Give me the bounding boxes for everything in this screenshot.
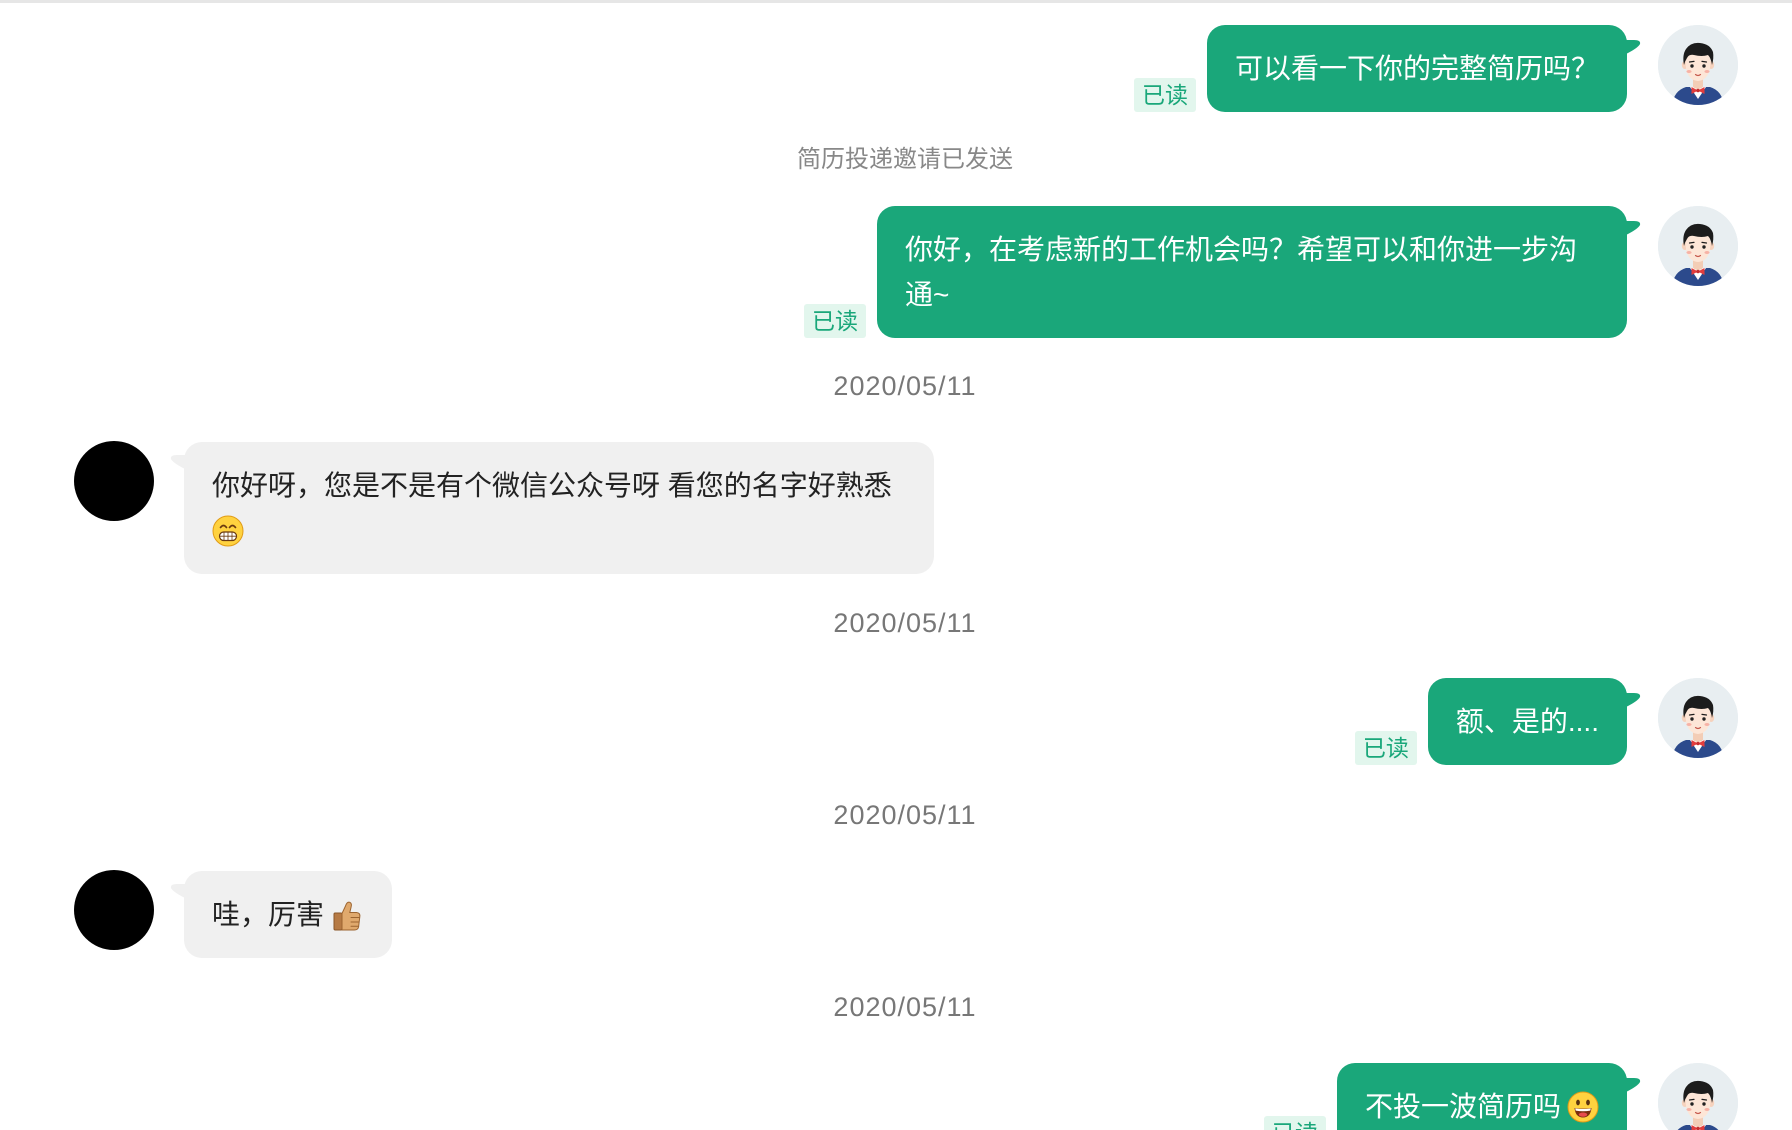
contact-avatar-icon[interactable] (74, 441, 154, 521)
message-text: 额、是的.... (1455, 706, 1599, 737)
message-text: 可以看一下你的完整简历吗？ (1234, 53, 1599, 84)
message-bubble[interactable]: 不投一波简历吗 (1336, 1063, 1641, 1130)
read-status-badge: 已读 (804, 304, 866, 338)
read-status-badge: 已读 (1354, 731, 1417, 765)
message-bubble[interactable]: 你好，在考虑新的工作机会吗？希望可以和你进一步沟通~ (877, 206, 1641, 338)
bubble-tail (170, 884, 185, 898)
message-text: 你好，在考虑新的工作机会吗？希望可以和你进一步沟通~ (905, 234, 1578, 310)
chat-window: 已读 可以看一下你的完整简历吗？ 简历投递邀请已发送 已读 你好，在考虑新的工作… (0, 0, 1792, 1130)
read-status-badge: 已读 (1133, 78, 1196, 112)
message-group: 已读 额、是的.... (1354, 678, 1641, 765)
system-notice: 简历投递邀请已发送 (797, 146, 1013, 173)
message-group: 已读 可以看一下你的完整简历吗？ (1133, 25, 1641, 112)
recruiter-avatar-icon[interactable] (1658, 678, 1738, 758)
timestamp: 2020/05/11 (833, 800, 977, 830)
grinning-face-icon (1567, 1091, 1599, 1123)
message-bubble[interactable]: 你好呀，您是不是有个微信公众号呀 看您的名字好熟悉 (170, 442, 934, 574)
bubble-tail (1626, 40, 1641, 54)
message-row-sent: 已读 不投一波简历吗 (1263, 1063, 1738, 1130)
timestamp: 2020/05/11 (833, 608, 977, 638)
message-row-sent: 已读 你好，在考虑新的工作机会吗？希望可以和你进一步沟通~ (804, 206, 1738, 338)
recruiter-avatar-icon[interactable] (1658, 206, 1738, 286)
contact-avatar-icon[interactable] (74, 870, 154, 950)
bubble-tail (1626, 221, 1641, 235)
message-bubble[interactable]: 额、是的.... (1427, 678, 1641, 765)
recruiter-avatar-icon[interactable] (1658, 25, 1738, 105)
message-text: 你好呀，您是不是有个微信公众号呀 看您的名字好熟悉 (212, 470, 892, 501)
message-bubble[interactable]: 可以看一下你的完整简历吗？ (1206, 25, 1641, 112)
recruiter-avatar-icon[interactable] (1658, 1063, 1738, 1130)
message-row-sent: 已读 可以看一下你的完整简历吗？ (1133, 25, 1738, 112)
timestamp: 2020/05/11 (833, 371, 977, 401)
message-row-sent: 已读 额、是的.... (1354, 678, 1738, 765)
bubble-tail (1626, 693, 1641, 707)
message-row-received: 你好呀，您是不是有个微信公众号呀 看您的名字好熟悉 (74, 441, 934, 574)
bubble-tail (1626, 1078, 1641, 1092)
thumbs-up-icon (333, 901, 361, 931)
message-text: 哇，厉害 (212, 899, 325, 930)
message-row-received: 哇，厉害 (74, 870, 393, 958)
message-group: 已读 不投一波简历吗 (1263, 1063, 1641, 1130)
timestamp: 2020/05/11 (833, 992, 977, 1022)
top-divider (0, 0, 1792, 3)
bubble-tail (170, 455, 185, 469)
message-text: 不投一波简历吗 (1364, 1091, 1561, 1122)
message-group: 已读 你好，在考虑新的工作机会吗？希望可以和你进一步沟通~ (804, 206, 1641, 338)
message-bubble[interactable]: 哇，厉害 (170, 871, 393, 958)
read-status-badge: 已读 (1263, 1116, 1326, 1130)
beaming-face-icon (212, 515, 244, 547)
